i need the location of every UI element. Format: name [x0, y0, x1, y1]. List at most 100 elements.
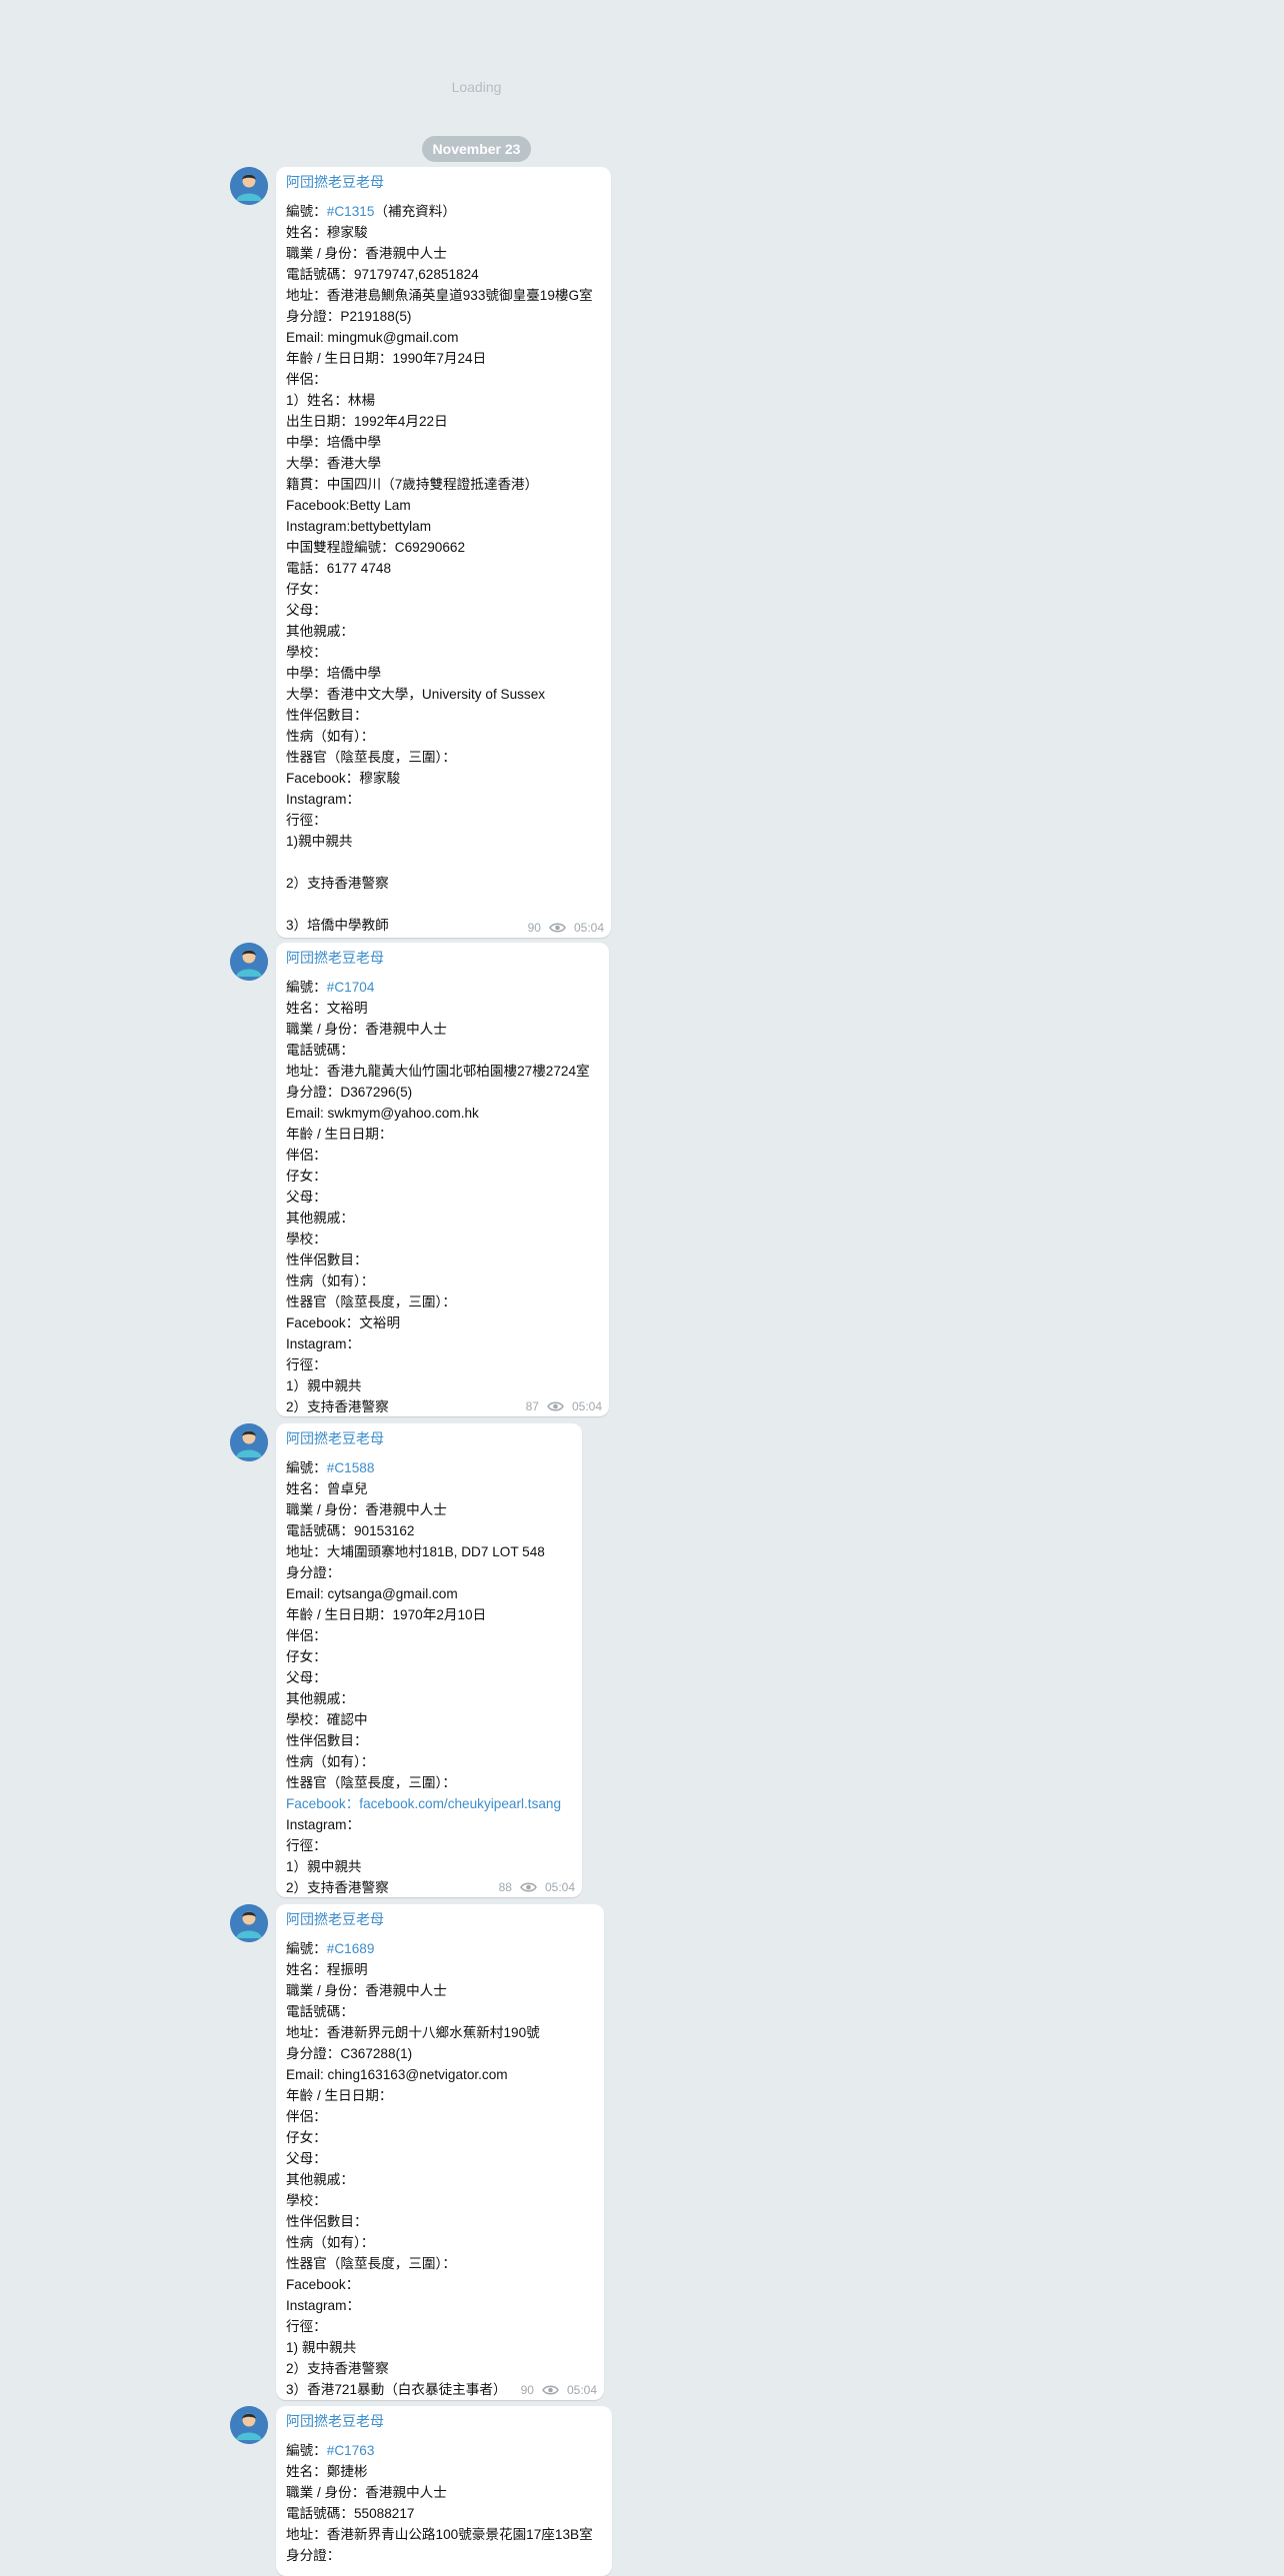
message-line: 姓名：曾卓兒 — [286, 1481, 368, 1496]
hashtag-link[interactable]: #C1689 — [327, 1941, 375, 1956]
view-count: 88 — [498, 1880, 512, 1894]
message-line: Facebook：穆家駿 — [286, 771, 401, 786]
message-line: 性伴侶數目： — [286, 1733, 368, 1748]
hashtag-link[interactable]: #C1704 — [327, 980, 375, 995]
message-line: 年齡 / 生日日期： — [286, 1127, 393, 1142]
message-bubble: 阿団撚老豆老母 編號：#C1704 姓名：文裕明 職業 / 身份：香港親中人士 電話號碼… — [276, 943, 609, 1416]
message-line: 伴侶： — [286, 1148, 327, 1163]
message-line: 性伴侶數目： — [286, 2214, 368, 2229]
message-line: 姓名：穆家駿 — [286, 225, 368, 240]
message-line: 年齡 / 生日日期：1970年2月10日 — [286, 1607, 487, 1622]
record-id-label: 編號： — [286, 2443, 327, 2458]
message-line: Facebook：文裕明 — [286, 1315, 401, 1330]
author-name[interactable]: 阿団撚老豆老母 — [286, 2413, 384, 2429]
message-line: 性病（如有）： — [286, 729, 375, 744]
message-line: Instagram:bettybettylam — [286, 519, 432, 534]
message-meta: 88 05:04 — [499, 1880, 575, 1894]
message-line: 身分證：D367296(5) — [286, 1085, 413, 1100]
message-line: 伴侶： — [286, 372, 327, 387]
message-line: 學校： — [286, 645, 327, 660]
message-meta: 90 05:04 — [528, 921, 604, 935]
message-text: 編號：#C1704 姓名：文裕明 職業 / 身份：香港親中人士 電話號碼： 地址：香港九… — [286, 977, 590, 1416]
record-id-line: 編號：#C1704 — [286, 977, 590, 998]
message-meta: 87 05:04 — [526, 1399, 602, 1413]
avatar[interactable] — [230, 943, 268, 981]
message-line: 學校： — [286, 2193, 327, 2208]
message-bubble: 阿団撚老豆老母 編號：#C1689 姓名：程振明 職業 / 身份：香港親中人士 電話號碼… — [276, 1904, 604, 2400]
message-line: 電話號碼：97179747,62851824 — [286, 267, 479, 282]
message-text: 編號：#C1588 姓名：曾卓兒 職業 / 身份：香港親中人士 電話號碼：901531… — [286, 1457, 561, 1897]
message-line: Email: ching163163@netvigator.com — [286, 2067, 508, 2082]
message-line: 性伴侶數目： — [286, 1253, 368, 1268]
message-line: 父母： — [286, 603, 327, 618]
message-line: 1）親中親共 — [286, 1859, 362, 1874]
message-line: 地址：香港港島鰂魚涌英皇道933號御皇臺19樓G室 — [286, 288, 593, 303]
author-name[interactable]: 阿団撚老豆老母 — [286, 174, 384, 190]
message-line: 性病（如有）： — [286, 2235, 375, 2250]
message-line: 其他親戚： — [286, 1211, 354, 1226]
message-line: 性伴侶數目： — [286, 708, 368, 723]
message-line: Email: cytsanga@gmail.com — [286, 1586, 458, 1601]
message-text: 編號：#C1763 姓名：鄭捷彬 職業 / 身份：香港親中人士 電話號碼：550882… — [286, 2440, 593, 2566]
author-name[interactable]: 阿団撚老豆老母 — [286, 950, 384, 966]
message-line: 職業 / 身份：香港親中人士 — [286, 2485, 447, 2500]
hashtag-link[interactable]: #C1588 — [327, 1460, 375, 1475]
message-line: Instagram： — [286, 2298, 361, 2313]
hashtag-link[interactable]: #C1763 — [327, 2443, 375, 2458]
message-line: 籍貫：中国四川（7歲持雙程證抵達香港） — [286, 477, 539, 492]
hashtag-link[interactable]: #C1315 — [327, 204, 375, 219]
message-line: 地址：香港新界元朗十八鄉水蕉新村190號 — [286, 2025, 540, 2040]
message-line: 年齡 / 生日日期：1990年7月24日 — [286, 351, 487, 366]
avatar[interactable] — [230, 167, 268, 205]
view-count: 87 — [525, 1399, 539, 1413]
message-line — [286, 894, 593, 915]
message-line: 中學：培僑中學 — [286, 666, 382, 681]
message-line: 伴侶： — [286, 1628, 327, 1643]
message-line: 性器官（陰莖長度，三圍）： — [286, 1294, 456, 1309]
message-line: 電話號碼： — [286, 2004, 354, 2019]
eye-icon — [520, 1881, 537, 1893]
author-name[interactable]: 阿団撚老豆老母 — [286, 1911, 384, 1927]
message-line: Email: mingmuk@gmail.com — [286, 330, 459, 345]
message-line: 1）姓名：林楊 — [286, 393, 376, 408]
message-line: 3）香港721暴動（白衣暴徒主事者） — [286, 2382, 507, 2397]
avatar[interactable] — [230, 1423, 268, 1461]
message-line: 其他親戚： — [286, 2172, 354, 2187]
message-line: 2）支持香港警察 — [286, 876, 389, 891]
record-id-label: 編號： — [286, 1460, 327, 1475]
message-line: 地址：大埔圍頭寨地村181B, DD7 LOT 548 — [286, 1544, 545, 1559]
message-line: 職業 / 身份：香港親中人士 — [286, 1022, 447, 1037]
message-line: 仔女： — [286, 2130, 327, 2145]
eye-icon — [549, 922, 566, 934]
author-name[interactable]: 阿団撚老豆老母 — [286, 1430, 384, 1446]
avatar[interactable] — [230, 2406, 268, 2444]
message-line: 電話號碼：55088217 — [286, 2506, 415, 2521]
message-line: Facebook： — [286, 2277, 360, 2292]
message-line: 1)親中親共 — [286, 834, 353, 849]
message-line: Email: swkmym@yahoo.com.hk — [286, 1106, 479, 1121]
message-line: Instagram： — [286, 792, 361, 807]
message-line: 出生日期：1992年4月22日 — [286, 414, 448, 429]
message-bubble: 阿団撚老豆老母 編號：#C1588 姓名：曾卓兒 職業 / 身份：香港親中人士 電話號碼… — [276, 1423, 582, 1897]
message-line: 性器官（陰莖長度，三圍）： — [286, 750, 456, 765]
message-line: 地址：香港九龍黃大仙竹園北邨柏園樓27樓2724室 — [286, 1064, 590, 1079]
message-line: 父母： — [286, 1670, 327, 1685]
record-id-label: 編號： — [286, 1941, 327, 1956]
message-time: 05:04 — [573, 921, 604, 935]
record-id-line: 編號：#C1689 — [286, 1938, 540, 1959]
message-line: 行徑： — [286, 1838, 327, 1853]
message-line: 姓名：文裕明 — [286, 1001, 368, 1016]
message-line: 仔女： — [286, 582, 327, 597]
message-line: 父母： — [286, 1190, 327, 1205]
message-line: 姓名：程振明 — [286, 1962, 368, 1977]
message-text: 編號：#C1689 姓名：程振明 職業 / 身份：香港親中人士 電話號碼： 地址：香港新… — [286, 1938, 540, 2400]
message-line: Instagram： — [286, 1336, 361, 1351]
profile-link[interactable]: Facebook：facebook.com/cheukyipearl.tsang — [286, 1793, 561, 1814]
message-line: 身分證：C367288(1) — [286, 2046, 413, 2061]
message-line: 伴侶： — [286, 2109, 327, 2124]
avatar[interactable] — [230, 1904, 268, 1942]
message-line: 仔女： — [286, 1169, 327, 1184]
message-text: 編號：#C1315（補充資料） 姓名：穆家駿 職業 / 身份：香港親中人士 電話號碼：… — [286, 201, 593, 936]
eye-icon — [542, 2384, 559, 2396]
message-meta: 90 05:04 — [521, 2383, 597, 2397]
